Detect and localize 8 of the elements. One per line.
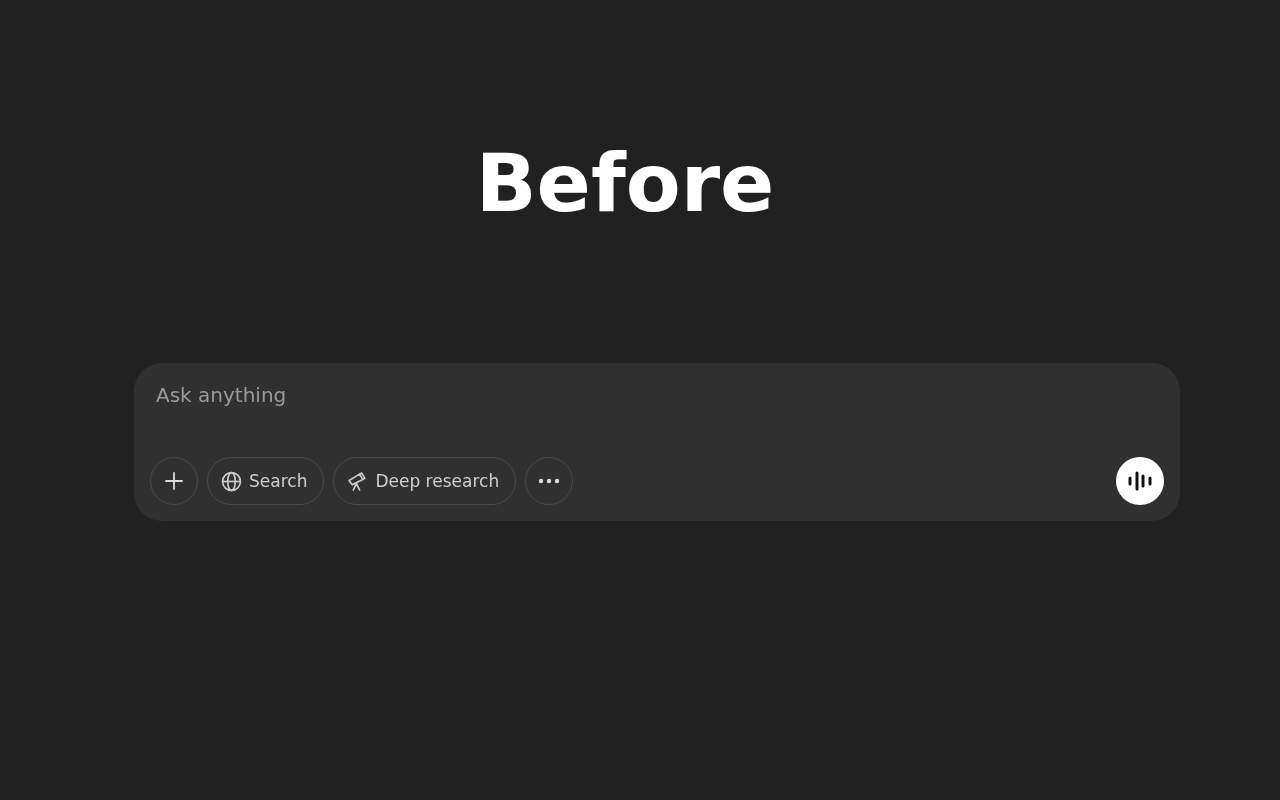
voice-button[interactable] [1116, 457, 1164, 505]
globe-icon [221, 470, 242, 492]
waveform-icon [1127, 470, 1153, 492]
more-icon [538, 478, 561, 484]
prompt-input[interactable]: Ask anything [150, 381, 762, 409]
plus-icon [164, 471, 184, 491]
telescope-icon [347, 470, 369, 492]
heading: Before [475, 140, 775, 228]
